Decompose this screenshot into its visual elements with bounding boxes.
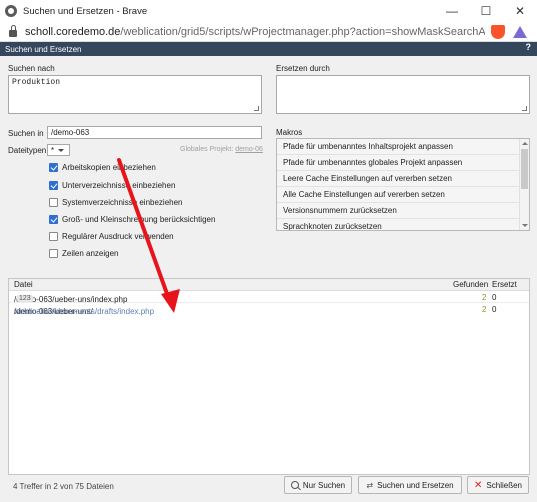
search-in-label: Suchen in bbox=[8, 129, 44, 138]
dialog-title: Suchen und Ersetzen bbox=[5, 44, 82, 54]
macros-label: Makros bbox=[276, 128, 303, 137]
option-system-directories[interactable]: Systemverzeichnisse einbeziehen bbox=[49, 198, 183, 207]
close-label: Schließen bbox=[486, 480, 522, 490]
column-found[interactable]: Gefunden bbox=[453, 280, 488, 289]
checkbox-unchecked[interactable] bbox=[49, 249, 58, 258]
url-text[interactable]: scholl.coredemo.de/weblication/grid5/scr… bbox=[25, 26, 485, 38]
macros-list[interactable]: Pfade für umbenanntes Inhaltsprojekt anp… bbox=[276, 138, 530, 231]
search-in-value: /demo-063 bbox=[51, 128, 90, 137]
option-regex[interactable]: Regulärer Ausdruck verwenden bbox=[49, 232, 174, 241]
replace-label: Ersetzen durch bbox=[276, 64, 330, 73]
option-label: Unterverzeichnisse einbeziehen bbox=[62, 181, 176, 190]
brave-lion-icon[interactable] bbox=[491, 25, 505, 39]
search-replace-button[interactable]: ⇄ Suchen und Ersetzen bbox=[358, 476, 462, 494]
option-label: Groß- und Kleinschreibung berücksichtige… bbox=[62, 215, 216, 224]
results-header: Datei Gefunden Ersetzt bbox=[9, 279, 529, 291]
status-text: 4 Treffer in 2 von 75 Dateien bbox=[13, 482, 114, 491]
checkbox-checked[interactable] bbox=[49, 163, 58, 172]
scroll-down-icon[interactable] bbox=[522, 224, 528, 227]
macro-item[interactable]: Versionsnummern zurücksetzen bbox=[277, 203, 529, 219]
replace-icon: ⇄ bbox=[366, 480, 374, 490]
result-badge: 123 bbox=[17, 295, 33, 302]
scroll-thumb[interactable] bbox=[521, 149, 528, 189]
column-replaced[interactable]: Ersetzt bbox=[492, 280, 517, 289]
option-label: Regulärer Ausdruck verwenden bbox=[62, 232, 174, 241]
brave-app-icon bbox=[5, 5, 17, 17]
search-label: Suchen nach bbox=[8, 64, 55, 73]
resize-grip-icon[interactable] bbox=[254, 106, 259, 111]
table-row[interactable]: /demo-063/ueber-uns/index.php 123 2 0 bbox=[9, 291, 529, 304]
search-only-label: Nur Suchen bbox=[302, 480, 346, 490]
minimize-button[interactable]: — bbox=[435, 0, 469, 22]
checkbox-checked[interactable] bbox=[49, 181, 58, 190]
result-found: 2 bbox=[482, 293, 487, 302]
macro-item[interactable]: Sprachknoten zurücksetzen bbox=[277, 219, 529, 230]
option-working-copies[interactable]: Arbeitskopien einbeziehen bbox=[49, 163, 156, 172]
checkbox-unchecked[interactable] bbox=[49, 198, 58, 207]
url-path: /weblication/grid5/scripts/wProjectmanag… bbox=[120, 25, 485, 38]
search-replace-label: Suchen und Ersetzen bbox=[377, 480, 454, 490]
window-controls: — ☐ ✕ bbox=[435, 0, 537, 22]
macro-item[interactable]: Pfade für umbenanntes globales Projekt a… bbox=[277, 155, 529, 171]
results-table: Datei Gefunden Ersetzt /demo-063/ueber-u… bbox=[8, 278, 530, 475]
search-in-input[interactable]: /demo-063 bbox=[47, 126, 262, 139]
search-icon bbox=[290, 481, 299, 489]
search-textarea[interactable]: Produktion bbox=[8, 75, 262, 114]
table-row[interactable]: /demo-063/ueber-uns/weblication/document… bbox=[9, 303, 529, 316]
global-project-label: Globales Projekt: bbox=[180, 146, 234, 153]
help-icon[interactable]: ? bbox=[526, 42, 532, 52]
result-file-link[interactable]: weblication/documents/drafts/index.php bbox=[14, 307, 154, 316]
option-case-sensitive[interactable]: Groß- und Kleinschreibung berücksichtige… bbox=[49, 215, 215, 224]
close-button[interactable]: ✕ Schließen bbox=[467, 476, 529, 494]
filetypes-label: Dateitypen bbox=[8, 146, 47, 155]
global-project: Globales Projekt: demo-06 bbox=[180, 146, 263, 153]
macros-scrollbar[interactable] bbox=[519, 139, 529, 230]
result-replaced: 0 bbox=[492, 293, 497, 302]
maximize-button[interactable]: ☐ bbox=[469, 0, 503, 22]
option-label: Arbeitskopien einbeziehen bbox=[62, 163, 156, 172]
dialog-header: Suchen und Ersetzen ? bbox=[0, 42, 537, 56]
brave-rewards-icon[interactable] bbox=[513, 26, 527, 38]
option-label: Systemverzeichnisse einbeziehen bbox=[62, 198, 183, 207]
filetypes-value: * bbox=[51, 145, 55, 155]
dialog-body: Suchen nach Produktion Ersetzen durch Su… bbox=[0, 56, 537, 502]
result-found: 2 bbox=[482, 305, 487, 314]
close-window-button[interactable]: ✕ bbox=[503, 0, 537, 22]
url-host: scholl.coredemo.de bbox=[25, 25, 121, 38]
window-title: Suchen und Ersetzen - Brave bbox=[23, 5, 148, 17]
result-replaced: 0 bbox=[492, 305, 497, 314]
column-file[interactable]: Datei bbox=[14, 280, 33, 289]
option-subdirectories[interactable]: Unterverzeichnisse einbeziehen bbox=[49, 181, 175, 190]
address-bar[interactable]: scholl.coredemo.de/weblication/grid5/scr… bbox=[0, 22, 537, 42]
resize-grip-icon[interactable] bbox=[522, 106, 527, 111]
replace-textarea[interactable] bbox=[276, 75, 530, 114]
search-only-button[interactable]: Nur Suchen bbox=[284, 476, 352, 494]
filetypes-select[interactable]: * bbox=[47, 144, 70, 156]
search-value: Produktion bbox=[12, 78, 61, 87]
close-x-icon: ✕ bbox=[474, 479, 483, 491]
checkbox-checked[interactable] bbox=[49, 215, 58, 224]
window-titlebar: Suchen und Ersetzen - Brave — ☐ ✕ bbox=[0, 0, 537, 22]
lock-icon[interactable] bbox=[9, 25, 17, 37]
chevron-down-icon bbox=[58, 148, 65, 152]
global-project-link[interactable]: demo-06 bbox=[235, 146, 263, 153]
macro-item[interactable]: Pfade für umbenanntes Inhaltsprojekt anp… bbox=[277, 139, 529, 155]
option-label: Zeilen anzeigen bbox=[62, 249, 119, 258]
macro-item[interactable]: Alle Cache Einstellungen auf vererben se… bbox=[277, 187, 529, 203]
scroll-up-icon[interactable] bbox=[522, 142, 528, 145]
macro-item[interactable]: Leere Cache Einstellungen auf vererben s… bbox=[277, 171, 529, 187]
checkbox-unchecked[interactable] bbox=[49, 232, 58, 241]
option-show-lines[interactable]: Zeilen anzeigen bbox=[49, 249, 118, 258]
